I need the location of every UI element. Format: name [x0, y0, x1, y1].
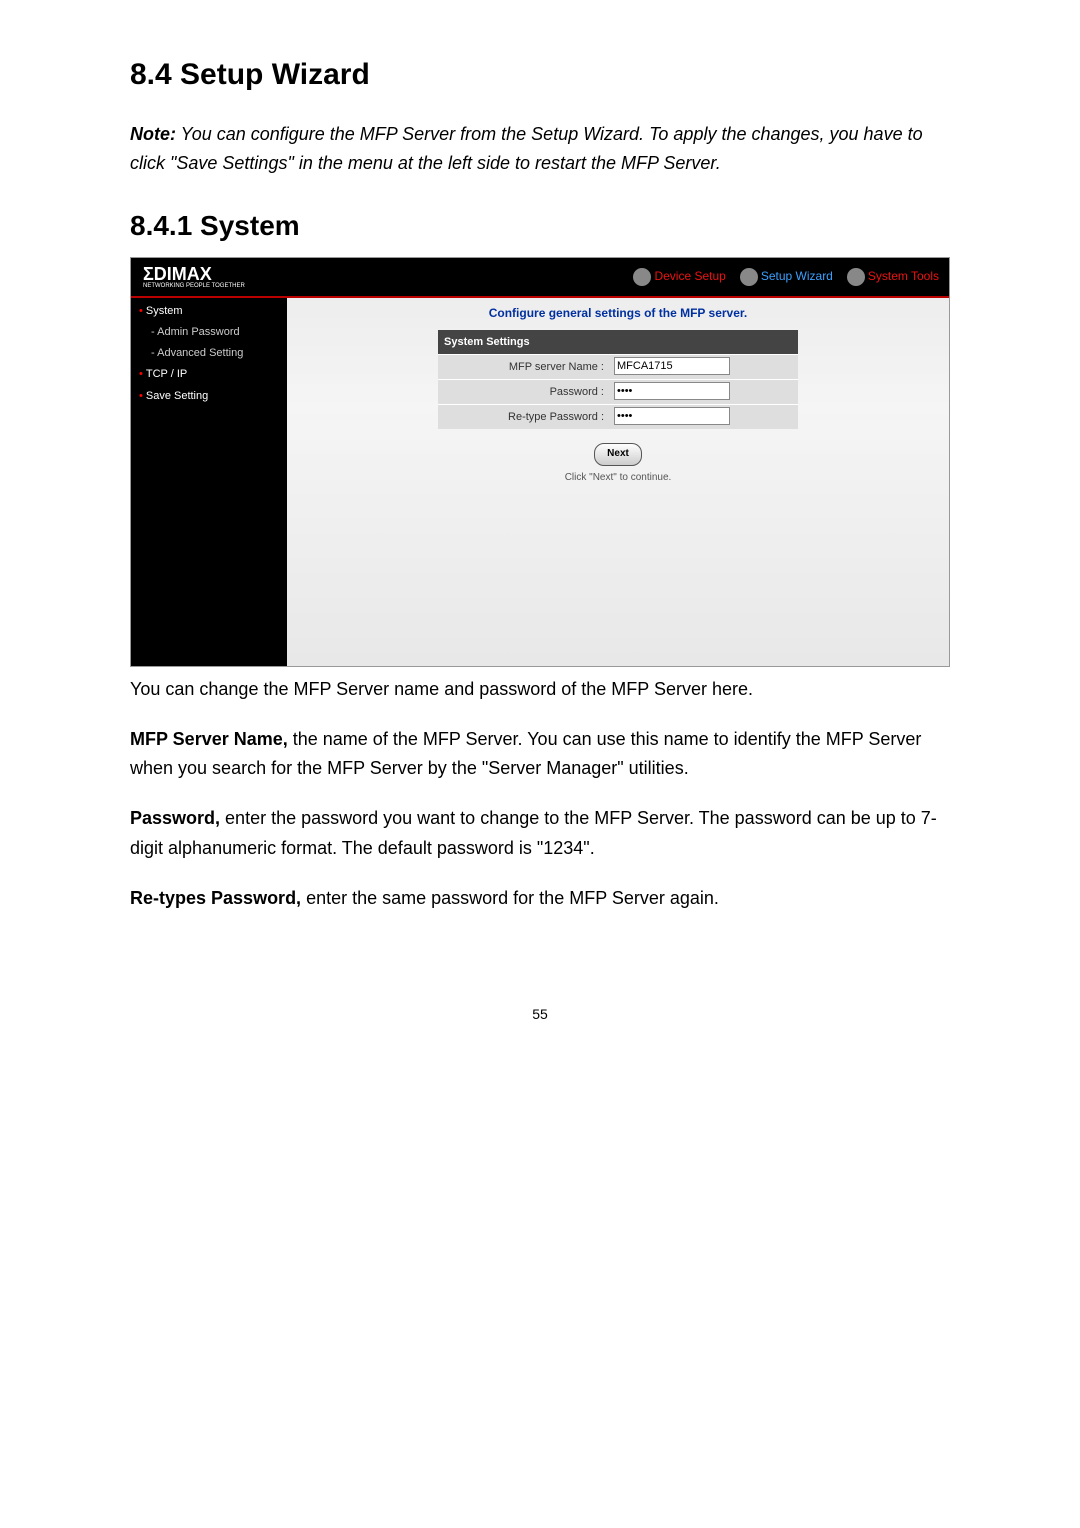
nav-device-setup[interactable]: Device Setup — [633, 267, 725, 287]
logo-subtext: NETWORKING PEOPLE TOGETHER — [143, 283, 245, 289]
term-label: Re-types Password, — [130, 888, 301, 908]
nav-system-tools[interactable]: System Tools — [847, 267, 939, 287]
top-nav: Device Setup Setup Wizard System Tools — [633, 267, 949, 287]
table-row: Re-type Password : — [438, 404, 798, 429]
sidebar-label: System — [146, 305, 183, 317]
globe-icon — [633, 268, 651, 286]
screenshot-body: •System - Admin Password - Advanced Sett… — [131, 296, 949, 666]
wizard-icon — [740, 268, 758, 286]
panel-title: Configure general settings of the MFP se… — [287, 296, 949, 330]
note-label: Note: — [130, 124, 176, 144]
nav-setup-wizard[interactable]: Setup Wizard — [740, 267, 833, 287]
field-value-cell — [610, 355, 798, 379]
nav-label: System Tools — [868, 267, 939, 287]
settings-table: System Settings MFP server Name : Passwo… — [438, 330, 798, 430]
bullet-icon: • — [139, 390, 143, 402]
nav-label: Device Setup — [654, 267, 725, 287]
term-label: Password, — [130, 808, 220, 828]
password-input[interactable] — [614, 382, 730, 400]
field-label: Password : — [438, 380, 610, 404]
sidebar-item-save-setting[interactable]: •Save Setting — [139, 387, 287, 405]
sidebar-label: Save Setting — [146, 390, 208, 402]
body-paragraph: MFP Server Name, the name of the MFP Ser… — [130, 725, 950, 784]
bullet-icon: • — [139, 305, 143, 317]
term-description: enter the same password for the MFP Serv… — [301, 888, 719, 908]
sidebar-item-tcpip[interactable]: •TCP / IP — [139, 365, 287, 383]
main-panel: Configure general settings of the MFP se… — [287, 296, 949, 666]
table-row: MFP server Name : — [438, 354, 798, 379]
field-label: MFP server Name : — [438, 355, 610, 379]
sidebar-label: TCP / IP — [146, 368, 187, 380]
sidebar-item-system[interactable]: •System — [139, 302, 287, 320]
retype-password-input[interactable] — [614, 407, 730, 425]
note-text: You can configure the MFP Server from th… — [130, 124, 923, 174]
note-paragraph: Note: You can configure the MFP Server f… — [130, 120, 950, 179]
brand-logo: ΣDIMAX NETWORKING PEOPLE TOGETHER — [131, 265, 245, 289]
next-button[interactable]: Next — [594, 443, 642, 466]
page-number: 55 — [130, 1003, 950, 1026]
topbar: ΣDIMAX NETWORKING PEOPLE TOGETHER Device… — [131, 258, 949, 296]
sidebar-item-advanced-setting[interactable]: - Advanced Setting — [139, 344, 287, 362]
body-paragraph: Password, enter the password you want to… — [130, 804, 950, 863]
admin-ui-screenshot: ΣDIMAX NETWORKING PEOPLE TOGETHER Device… — [130, 257, 950, 667]
table-header: System Settings — [438, 330, 798, 354]
bullet-icon: • — [139, 368, 143, 380]
section-heading: 8.4 Setup Wizard — [130, 50, 950, 100]
field-label: Re-type Password : — [438, 405, 610, 429]
field-value-cell — [610, 405, 798, 429]
field-value-cell — [610, 380, 798, 404]
hint-text: Click "Next" to continue. — [287, 470, 949, 495]
mfp-server-name-input[interactable] — [614, 357, 730, 375]
logo-text: ΣDIMAX — [143, 265, 245, 283]
subsection-heading: 8.4.1 System — [130, 203, 950, 249]
sidebar: •System - Admin Password - Advanced Sett… — [131, 296, 287, 666]
tools-icon — [847, 268, 865, 286]
next-button-wrap: Next — [287, 429, 949, 470]
term-label: MFP Server Name, — [130, 729, 288, 749]
body-paragraph: You can change the MFP Server name and p… — [130, 675, 950, 705]
nav-label: Setup Wizard — [761, 267, 833, 287]
term-description: enter the password you want to change to… — [130, 808, 937, 858]
sidebar-item-admin-password[interactable]: - Admin Password — [139, 323, 287, 341]
body-paragraph: Re-types Password, enter the same passwo… — [130, 884, 950, 914]
table-row: Password : — [438, 379, 798, 404]
